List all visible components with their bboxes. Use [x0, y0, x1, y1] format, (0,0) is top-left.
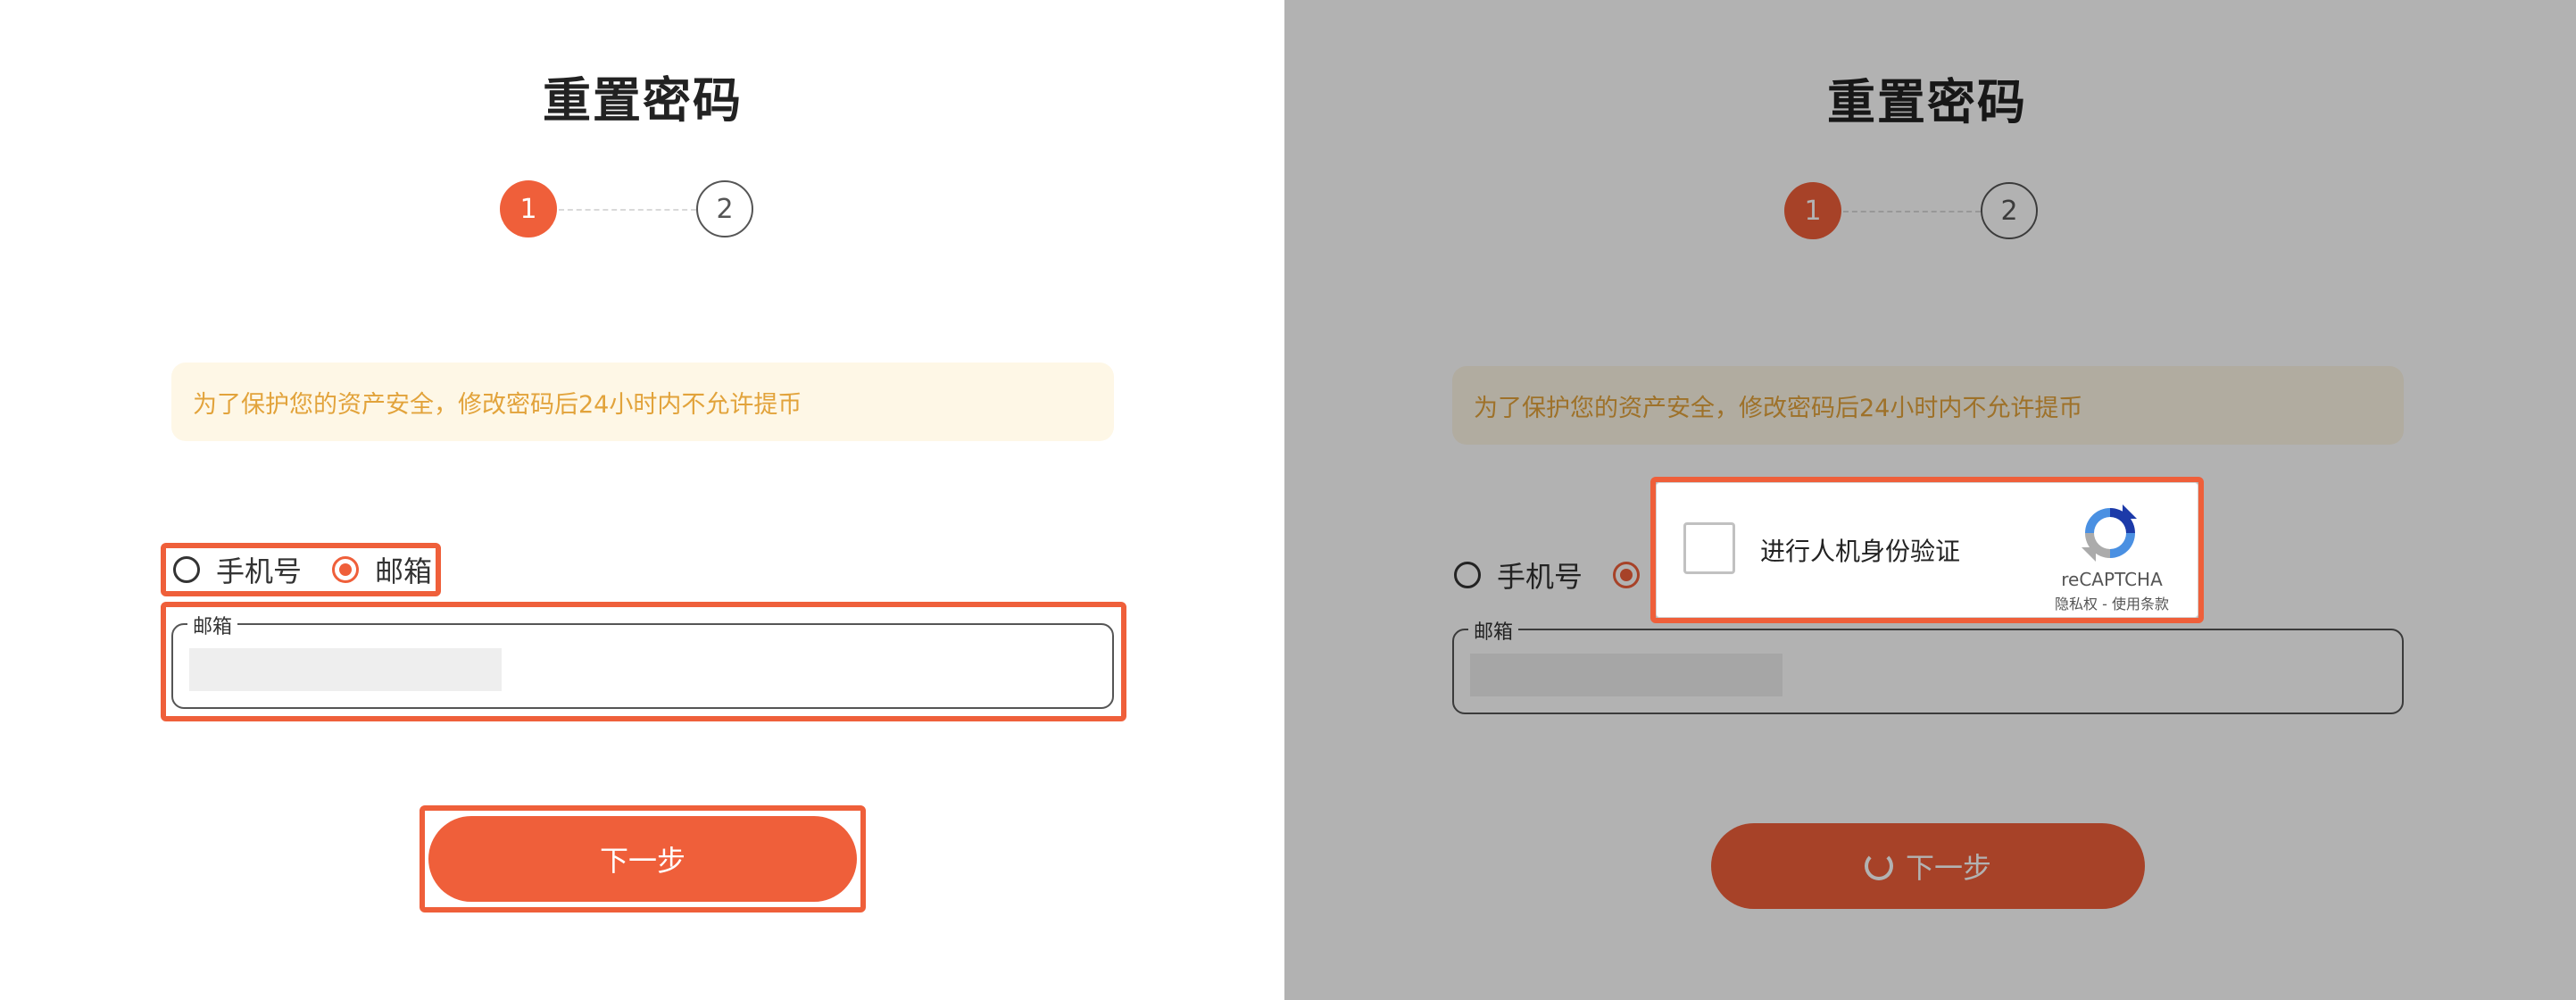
email-field[interactable]: 邮箱 [171, 611, 1114, 709]
step-2-indicator: 2 [696, 180, 753, 238]
recaptcha-checkbox[interactable] [1683, 522, 1735, 574]
recaptcha-label: 进行人机身份验证 [1760, 537, 1961, 566]
recaptcha-terms-link[interactable]: 隐私权 - 使用条款 [2023, 592, 2201, 613]
step-connector [559, 209, 696, 211]
phone-radio-label[interactable]: 手机号 [216, 549, 302, 590]
recaptcha-widget: 进行人机身份验证 reCAPTCHA 隐私权 - 使用条款 [1656, 482, 2198, 618]
email-radio-icon[interactable] [332, 556, 360, 583]
phone-radio-icon[interactable] [173, 556, 200, 583]
recaptcha-brand: reCAPTCHA [2061, 569, 2163, 590]
method-radio-group: 手机号 邮箱 [173, 554, 432, 588]
recaptcha-logo-icon [2082, 504, 2137, 562]
step-1-indicator: 1 [500, 180, 557, 238]
security-notice: 为了保护您的资产安全，修改密码后24小时内不允许提币 [171, 362, 1114, 441]
email-field-label: 邮箱 [187, 611, 238, 639]
email-input[interactable] [189, 648, 502, 691]
email-radio-label[interactable]: 邮箱 [375, 549, 432, 590]
next-button[interactable]: 下一步 [428, 816, 857, 902]
left-panel: 重置密码 1 2 为了保护您的资产安全，修改密码后24小时内不允许提币 手机号 … [0, 0, 1284, 1000]
right-panel: 重置密码 1 2 为了保护您的资产安全，修改密码后24小时内不允许提币 手机号 … [1284, 0, 2576, 1000]
page-title: 重置密码 [543, 72, 743, 129]
